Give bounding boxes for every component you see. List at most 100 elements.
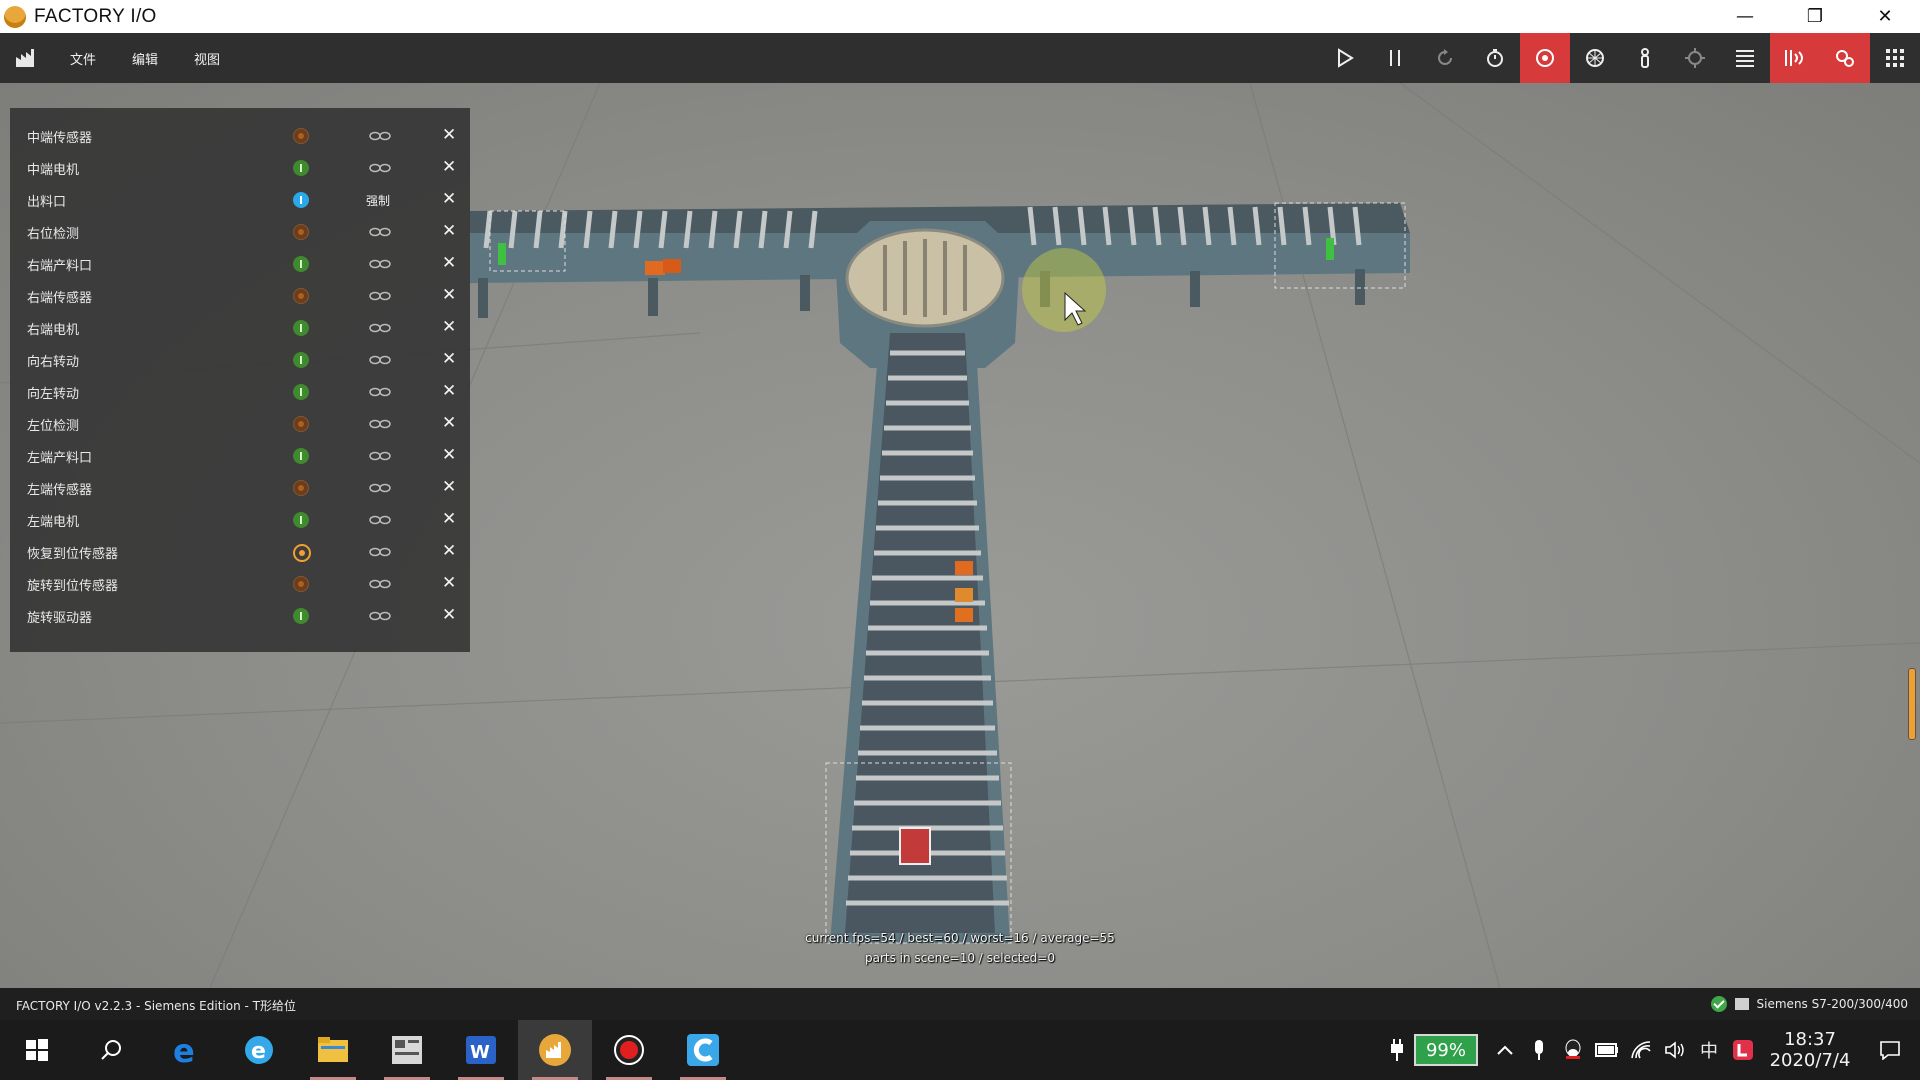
tag-row[interactable]: 旋转驱动器 ✕ [10, 600, 470, 632]
remove-tag-icon[interactable]: ✕ [442, 509, 456, 529]
tag-state-indicator-icon[interactable] [293, 480, 309, 496]
ime-indicator[interactable]: 中 [1692, 1020, 1726, 1080]
menu-file[interactable]: 文件 [52, 49, 114, 68]
tag-row[interactable]: 向右转动 ✕ [10, 344, 470, 376]
tag-state-indicator-icon[interactable] [293, 576, 309, 592]
tag-state-indicator-icon[interactable] [293, 416, 309, 432]
remove-tag-icon[interactable]: ✕ [442, 349, 456, 369]
remove-tag-icon[interactable]: ✕ [442, 253, 456, 273]
drivers-icon[interactable] [1770, 33, 1820, 83]
plc-editor-icon[interactable] [370, 1020, 444, 1080]
play-icon[interactable] [1320, 33, 1370, 83]
tag-row[interactable]: 左端电机 ✕ [10, 504, 470, 536]
menu-view[interactable]: 视图 [176, 49, 238, 68]
battery-icon[interactable] [1590, 1020, 1624, 1080]
link-icon[interactable] [368, 320, 392, 336]
link-icon[interactable] [368, 480, 392, 496]
tag-state-indicator-icon[interactable] [293, 160, 309, 176]
link-icon[interactable] [368, 416, 392, 432]
scene-viewport[interactable]: 中端传感器 ✕ 中端电机 ✕ 出料口 强制 ✕ 右位检测 ✕ 右端产料口 ✕ 右端传感器 ✕ 右端电机 ✕ 向… [0, 83, 1920, 988]
grid-icon[interactable] [1870, 33, 1920, 83]
tag-state-indicator-icon[interactable] [293, 448, 309, 464]
minimize-button[interactable]: — [1710, 0, 1780, 33]
tag-state-indicator-icon[interactable] [293, 192, 309, 208]
link-icon[interactable] [368, 512, 392, 528]
close-button[interactable]: ✕ [1850, 0, 1920, 33]
edge-icon[interactable]: e [148, 1020, 222, 1080]
tag-state-indicator-icon[interactable] [293, 128, 309, 144]
tag-row[interactable]: 右端传感器 ✕ [10, 280, 470, 312]
link-icon[interactable] [368, 224, 392, 240]
tag-state-indicator-icon[interactable] [293, 544, 311, 562]
tag-row[interactable]: 中端电机 ✕ [10, 152, 470, 184]
chevron-up-icon[interactable] [1488, 1020, 1522, 1080]
microphone-icon[interactable] [1522, 1020, 1556, 1080]
remove-tag-icon[interactable]: ✕ [442, 317, 456, 337]
pause-icon[interactable] [1370, 33, 1420, 83]
zoom-scroll-indicator[interactable] [1908, 668, 1916, 740]
tag-state-indicator-icon[interactable] [293, 256, 309, 272]
file-explorer-icon[interactable] [296, 1020, 370, 1080]
remove-tag-icon[interactable]: ✕ [442, 573, 456, 593]
record-icon[interactable] [592, 1020, 666, 1080]
first-person-icon[interactable] [1620, 33, 1670, 83]
link-icon[interactable] [368, 256, 392, 272]
tag-row[interactable]: 左端传感器 ✕ [10, 472, 470, 504]
remove-tag-icon[interactable]: ✕ [442, 541, 456, 561]
search-icon[interactable] [74, 1020, 148, 1080]
tag-row[interactable]: 左位检测 ✕ [10, 408, 470, 440]
tag-row[interactable]: 旋转到位传感器 ✕ [10, 568, 470, 600]
link-icon[interactable] [368, 608, 392, 624]
tag-state-indicator-icon[interactable] [293, 224, 309, 240]
remove-tag-icon[interactable]: ✕ [442, 125, 456, 145]
notification-icon[interactable] [1860, 1020, 1920, 1080]
menu-edit[interactable]: 编辑 [114, 49, 176, 68]
link-icon[interactable] [368, 288, 392, 304]
tag-row[interactable]: 右端产料口 ✕ [10, 248, 470, 280]
restore-button[interactable]: ❐ [1780, 0, 1850, 33]
start-icon[interactable] [0, 1020, 74, 1080]
power-plug-icon[interactable] [1380, 1020, 1414, 1080]
settings-icon[interactable] [1820, 33, 1870, 83]
qq-icon[interactable] [1556, 1020, 1590, 1080]
tag-state-indicator-icon[interactable] [293, 384, 309, 400]
factory-menu-icon[interactable] [0, 33, 52, 83]
remove-tag-icon[interactable]: ✕ [442, 285, 456, 305]
tag-row[interactable]: 中端传感器 ✕ [10, 120, 470, 152]
wps-icon[interactable]: W [444, 1020, 518, 1080]
browser-icon[interactable] [666, 1020, 740, 1080]
tag-row[interactable]: 右端电机 ✕ [10, 312, 470, 344]
wifi-icon[interactable] [1624, 1020, 1658, 1080]
link-icon[interactable] [368, 352, 392, 368]
remove-tag-icon[interactable]: ✕ [442, 445, 456, 465]
tag-state-indicator-icon[interactable] [293, 608, 309, 624]
reset-icon[interactable] [1420, 33, 1470, 83]
link-icon[interactable] [368, 448, 392, 464]
remove-tag-icon[interactable]: ✕ [442, 189, 456, 209]
ie-icon[interactable]: e [222, 1020, 296, 1080]
volume-icon[interactable] [1658, 1020, 1692, 1080]
remove-tag-icon[interactable]: ✕ [442, 605, 456, 625]
sensor-view-icon[interactable] [1520, 33, 1570, 83]
tag-state-indicator-icon[interactable] [293, 288, 309, 304]
driver-status[interactable]: Siemens S7-200/300/400 [1710, 996, 1908, 1012]
timer-icon[interactable] [1470, 33, 1520, 83]
list-icon[interactable] [1720, 33, 1770, 83]
clock[interactable]: 18:37 2020/7/4 [1760, 1029, 1860, 1071]
link-icon[interactable] [368, 544, 392, 560]
force-label[interactable]: 强制 [366, 192, 390, 209]
tag-row[interactable]: 恢复到位传感器 ✕ [10, 536, 470, 568]
tag-row[interactable]: 向左转动 ✕ [10, 376, 470, 408]
tag-state-indicator-icon[interactable] [293, 320, 309, 336]
link-icon[interactable] [368, 160, 392, 176]
tag-row[interactable]: 右位检测 ✕ [10, 216, 470, 248]
link-icon[interactable] [368, 576, 392, 592]
l-app-icon[interactable] [1726, 1020, 1760, 1080]
remove-tag-icon[interactable]: ✕ [442, 381, 456, 401]
target-icon[interactable] [1670, 33, 1720, 83]
tag-row[interactable]: 左端产料口 ✕ [10, 440, 470, 472]
remove-tag-icon[interactable]: ✕ [442, 477, 456, 497]
remove-tag-icon[interactable]: ✕ [442, 413, 456, 433]
battery-indicator[interactable]: 99% [1413, 1034, 1478, 1066]
link-icon[interactable] [368, 128, 392, 144]
